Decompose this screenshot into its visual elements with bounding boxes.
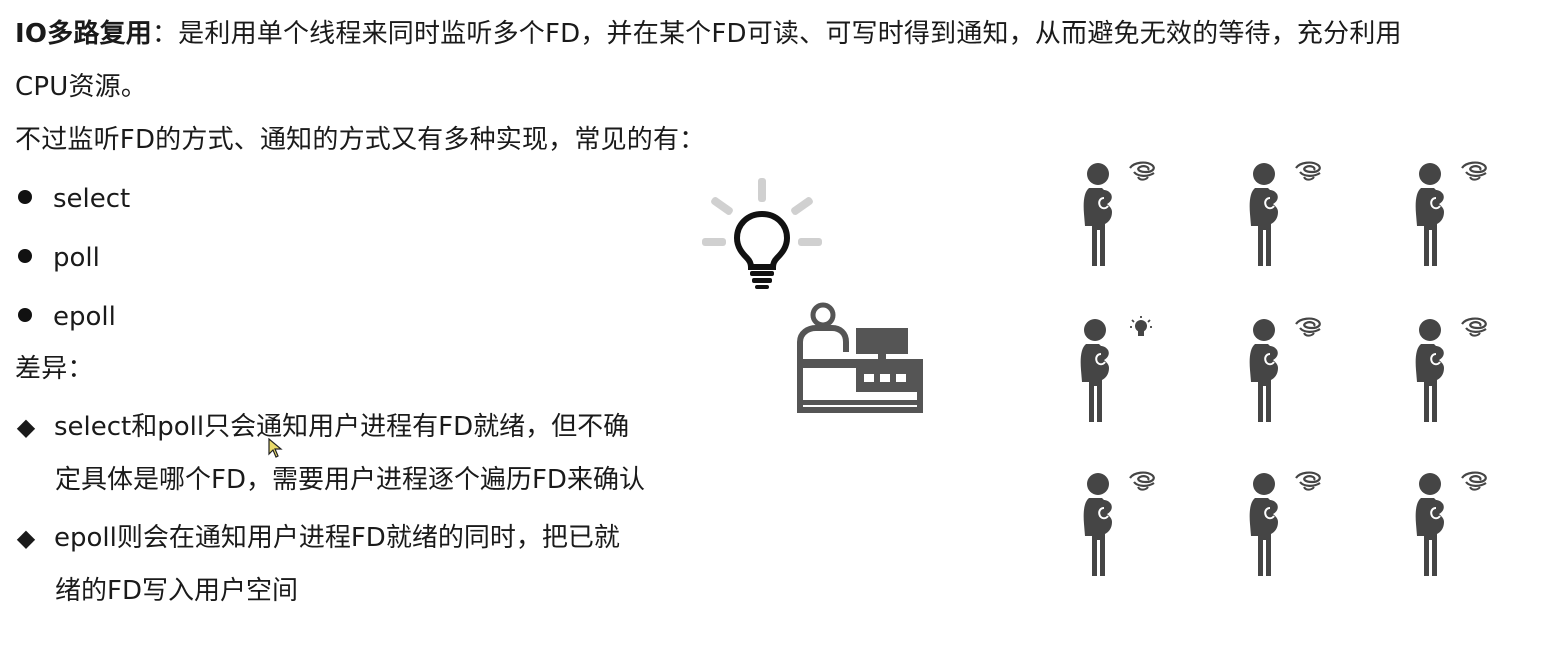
confused-person-icon [1248,317,1322,423]
intro-term: IO多路复用 [15,19,152,49]
list-item-label: poll [53,242,100,273]
list-item-select: select [15,181,130,216]
confused-person-icon [1414,471,1488,577]
mouse-cursor-icon [268,438,283,458]
intro-line-1-text: ：是利用单个线程来同时监听多个FD，并在某个FD可读、可写时得到通知，从而避免无… [151,19,1402,49]
cashier-desk-icon [797,302,923,413]
bullet-icon [18,189,32,204]
bullet-icon [18,248,32,263]
differences-heading: 差异： [15,354,94,384]
confused-person-icon [1414,161,1488,267]
difference-item-1-line-1: select和poll只会通知用户进程有FD就绪，但不确 [54,412,630,442]
difference-item-1: ◆ select和poll只会通知用户进程有FD就绪，但不确 [15,410,629,444]
confused-person-icon [1082,471,1156,577]
list-item-label: epoll [53,301,116,332]
lightbulb-icon [702,178,822,289]
confused-person-icon [1414,317,1488,423]
confused-person-icon [1248,471,1322,577]
difference-item-2: ◆ epoll则会在通知用户进程FD就绪的同时，把已就 [15,521,620,555]
list-item-label: select [53,183,131,214]
difference-item-2-line-1: epoll则会在通知用户进程FD就绪的同时，把已就 [54,523,620,553]
list-item-epoll: epoll [15,299,116,334]
diamond-bullet-icon: ◆ [16,524,36,552]
confused-person-icon [1082,161,1156,267]
bullet-icon [18,307,32,322]
difference-item-1-line-2: 定具体是哪个FD，需要用户进程逐个遍历FD来确认 [55,465,645,495]
idea-person-icon [1079,316,1153,423]
difference-item-2-line-2: 绪的FD写入用户空间 [55,576,298,606]
diamond-bullet-icon: ◆ [16,413,36,441]
confused-person-icon [1248,161,1322,267]
list-item-poll: poll [15,240,100,275]
intro-line-3: 不过监听FD的方式、通知的方式又有多种实现，常见的有： [15,125,706,155]
intro-line-2: CPU资源。 [15,72,148,102]
intro-line-1: IO多路复用：是利用单个线程来同时监听多个FD，并在某个FD可读、可写时得到通知… [15,17,1402,51]
